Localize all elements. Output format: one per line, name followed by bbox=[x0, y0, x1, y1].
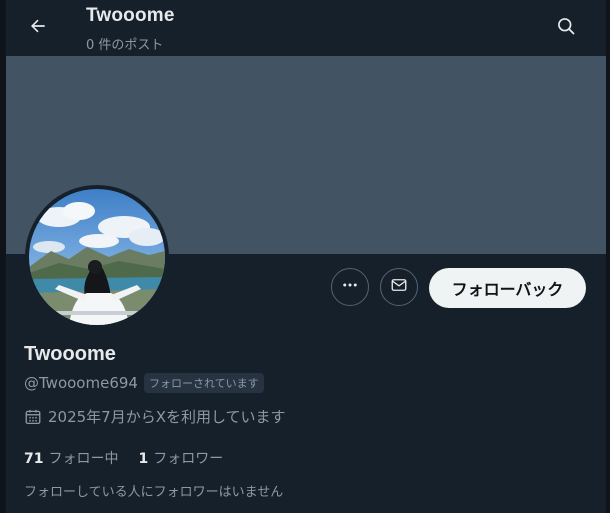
message-button[interactable] bbox=[380, 268, 418, 306]
followers-label: フォロワー bbox=[153, 451, 224, 467]
followers-count: 1 bbox=[138, 451, 149, 467]
search-icon bbox=[556, 16, 576, 40]
right-border bbox=[606, 0, 610, 513]
handle-row: @Twooome694 フォローされています bbox=[24, 373, 264, 393]
mail-icon bbox=[390, 276, 408, 298]
post-count: 0 件のポスト bbox=[86, 38, 164, 53]
arrow-left-icon bbox=[28, 16, 48, 40]
joined-date: 2025年7月からXを利用しています bbox=[24, 406, 286, 427]
follow-back-button[interactable]: フォローバック bbox=[429, 268, 586, 308]
followers-link[interactable]: 1 フォロワー bbox=[138, 448, 223, 468]
following-label: フォロー中 bbox=[48, 451, 119, 467]
follow-stats: 71 フォロー中 1 フォロワー bbox=[24, 448, 243, 468]
follows-you-badge: フォローされています bbox=[143, 373, 264, 393]
more-dots-icon bbox=[341, 276, 359, 298]
joined-text: 2025年7月からXを利用しています bbox=[48, 408, 286, 426]
more-button[interactable] bbox=[331, 268, 369, 306]
handle: @Twooome694 bbox=[24, 374, 138, 392]
profile-page: Twooome 0 件のポスト フォローバック Twooome @Twooome… bbox=[0, 0, 610, 513]
known-followers-text: フォローしている人にフォロワーはいません bbox=[24, 485, 284, 500]
back-button[interactable] bbox=[22, 12, 54, 44]
calendar-icon bbox=[24, 408, 42, 426]
display-name: Twooome bbox=[24, 343, 116, 365]
following-count: 71 bbox=[24, 451, 44, 467]
top-header: Twooome 0 件のポスト bbox=[6, 0, 606, 56]
following-link[interactable]: 71 フォロー中 bbox=[24, 448, 118, 468]
header-title: Twooome bbox=[86, 5, 175, 26]
search-button[interactable] bbox=[550, 12, 582, 44]
avatar[interactable] bbox=[25, 185, 169, 329]
